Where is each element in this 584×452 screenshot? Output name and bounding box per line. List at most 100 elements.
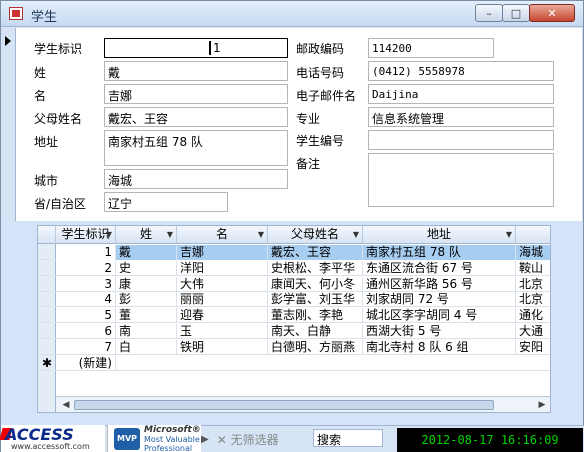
table-cell[interactable]: 鞍山 xyxy=(516,261,550,276)
text-caret xyxy=(209,41,211,55)
table-cell[interactable]: 通州区新华路 56 号 xyxy=(363,276,516,292)
field-student-id[interactable]: 1 xyxy=(104,38,288,58)
table-cell[interactable]: 南北寺村 8 队 6 组 xyxy=(363,339,516,355)
table-cell[interactable]: 丽丽 xyxy=(177,292,268,308)
label-parents-name: 父母姓名 xyxy=(34,112,83,126)
table-cell[interactable]: 安阳 xyxy=(516,340,550,355)
table-cell[interactable]: 刘家胡同 72 号 xyxy=(363,292,516,308)
horizontal-scrollbar[interactable]: ◀ ▶ xyxy=(56,396,550,412)
select-all-corner[interactable] xyxy=(38,226,56,244)
title-bar: 学生 – □ ✕ xyxy=(1,1,583,27)
field-notes[interactable] xyxy=(368,153,554,207)
table-row[interactable]: 7 白铁明 白德明、方丽燕 南北寺村 8 队 6 组安阳 xyxy=(38,339,550,355)
no-filter-button[interactable]: ✕ 无筛选器 xyxy=(217,431,279,448)
table-row[interactable]: 2 史洋阳 史根松、李平华 东通区流合街 67 号鞍山 xyxy=(38,260,550,276)
table-cell[interactable]: 董志刚、李艳 xyxy=(268,308,363,324)
maximize-button[interactable]: □ xyxy=(502,4,530,22)
table-cell[interactable]: 戴宏、王容 xyxy=(268,245,363,260)
table-row[interactable]: 1 戴吉娜 戴宏、王容 南家村五组 78 队海城 xyxy=(38,245,550,260)
table-cell[interactable]: 海城 xyxy=(516,245,550,260)
scroll-left-icon[interactable]: ◀ xyxy=(60,399,72,411)
table-cell[interactable]: 东通区流合街 67 号 xyxy=(363,260,516,276)
label-address: 地址 xyxy=(34,135,59,149)
table-row[interactable]: 4 彭丽丽 彭学富、刘玉华 刘家胡同 72 号北京 xyxy=(38,292,550,308)
label-notes: 备注 xyxy=(296,157,321,171)
access-logo-url: www.accessoft.com xyxy=(11,442,90,451)
table-cell[interactable]: 北京 xyxy=(516,277,550,292)
field-email-name[interactable]: Daijina xyxy=(368,84,554,104)
table-cell[interactable]: 1 xyxy=(56,245,116,260)
field-major[interactable]: 信息系统管理 xyxy=(368,107,554,127)
table-cell[interactable]: 康 xyxy=(116,276,177,292)
table-cell[interactable]: 史 xyxy=(116,260,177,276)
table-cell[interactable]: 彭 xyxy=(116,292,177,308)
table-cell[interactable]: 白德明、方丽燕 xyxy=(268,339,363,355)
table-cell[interactable]: 3 xyxy=(56,276,116,292)
table-cell[interactable]: 白 xyxy=(116,339,177,355)
table-cell[interactable]: 迎春 xyxy=(177,308,268,324)
col-header-city[interactable] xyxy=(516,226,550,244)
table-cell[interactable]: 2 xyxy=(56,260,116,276)
table-cell[interactable]: 4 xyxy=(56,292,116,308)
scroll-thumb[interactable] xyxy=(74,400,494,410)
label-province: 省/自治区 xyxy=(34,197,87,211)
nav-last-icon[interactable]: ▶ xyxy=(201,434,209,445)
col-header-first-name[interactable]: 名 ▼ xyxy=(177,226,268,244)
table-cell[interactable]: 戴 xyxy=(116,245,177,260)
minimize-button[interactable]: – xyxy=(475,4,503,22)
table-cell[interactable]: 大伟 xyxy=(177,276,268,292)
label-phone: 电话号码 xyxy=(296,66,345,80)
table-cell[interactable]: 北京 xyxy=(516,292,550,307)
table-cell[interactable]: 康闻天、何小冬 xyxy=(268,276,363,292)
field-phone[interactable]: (0412) 5558978 xyxy=(368,61,554,81)
field-city[interactable]: 海城 xyxy=(104,169,288,189)
label-city: 城市 xyxy=(34,174,59,188)
table-cell[interactable]: 城北区李字胡同 4 号 xyxy=(363,308,516,324)
label-student-number: 学生编号 xyxy=(296,134,345,148)
field-student-number[interactable] xyxy=(368,130,554,150)
table-cell[interactable]: 彭学富、刘玉华 xyxy=(268,292,363,308)
close-button[interactable]: ✕ xyxy=(529,4,575,22)
record-selector[interactable] xyxy=(2,28,16,221)
table-cell[interactable]: 6 xyxy=(56,324,116,339)
table-row[interactable]: 6 南玉南天、白静 西湖大街 5 号大通 xyxy=(38,324,550,339)
search-input[interactable]: 搜索 xyxy=(313,429,383,447)
table-cell[interactable]: 吉娜 xyxy=(177,245,268,260)
new-record-row[interactable]: ✱ (新建) xyxy=(38,356,550,371)
table-cell[interactable]: 5 xyxy=(56,308,116,324)
sort-dropdown-icon: ▼ xyxy=(105,230,112,239)
table-cell[interactable]: 南 xyxy=(116,324,177,339)
table-cell[interactable]: 洋阳 xyxy=(177,260,268,276)
table-cell[interactable]: 7 xyxy=(56,339,116,355)
table-cell[interactable]: 史根松、李平华 xyxy=(268,260,363,276)
datetime-display: 2012-08-17 16:16:09 00.000000 xyxy=(397,428,583,452)
table-cell[interactable]: 南天、白静 xyxy=(268,324,363,339)
field-first-name[interactable]: 吉娜 xyxy=(104,84,288,104)
access-logo: ACCESS www.accessoft.com xyxy=(0,425,105,452)
col-header-student-id[interactable]: 学生标识 ▼ xyxy=(56,226,116,244)
table-cell[interactable]: 玉 xyxy=(177,324,268,339)
col-header-last-name[interactable]: 姓 ▼ xyxy=(116,226,177,244)
table-cell[interactable]: 大通 xyxy=(516,324,550,339)
scroll-right-icon[interactable]: ▶ xyxy=(536,399,548,411)
field-postal-code[interactable]: 114200 xyxy=(368,38,494,58)
field-student-id-value: 1 xyxy=(213,41,221,55)
table-row[interactable]: 3 康大伟 康闻天、何小冬 通州区新华路 56 号北京 xyxy=(38,276,550,292)
field-last-name[interactable]: 戴 xyxy=(104,61,288,81)
label-major: 专业 xyxy=(296,112,321,126)
table-cell[interactable]: 铁明 xyxy=(177,339,268,355)
col-header-address[interactable]: 地址 ▼ xyxy=(363,226,516,244)
table-cell[interactable]: 通化 xyxy=(516,308,550,323)
field-address[interactable]: 南家村五组 78 队 xyxy=(104,130,288,166)
table-row[interactable]: 5 董迎春 董志刚、李艳 城北区李字胡同 4 号通化 xyxy=(38,308,550,324)
col-header-parents-name[interactable]: 父母姓名 ▼ xyxy=(268,226,363,244)
mvp-text: Microsoft® Most Valuable Professional xyxy=(144,425,201,452)
table-cell[interactable]: 董 xyxy=(116,308,177,324)
table-cell[interactable]: 西湖大街 5 号 xyxy=(363,324,516,339)
record-navigation: ▶ ✕ 无筛选器 xyxy=(201,428,279,450)
sort-dropdown-icon: ▼ xyxy=(166,230,173,239)
field-province[interactable]: 辽宁 xyxy=(104,192,228,212)
new-record-label: (新建) xyxy=(56,356,116,371)
table-cell[interactable]: 南家村五组 78 队 xyxy=(363,245,516,260)
field-parents-name[interactable]: 戴宏、王容 xyxy=(104,107,288,127)
